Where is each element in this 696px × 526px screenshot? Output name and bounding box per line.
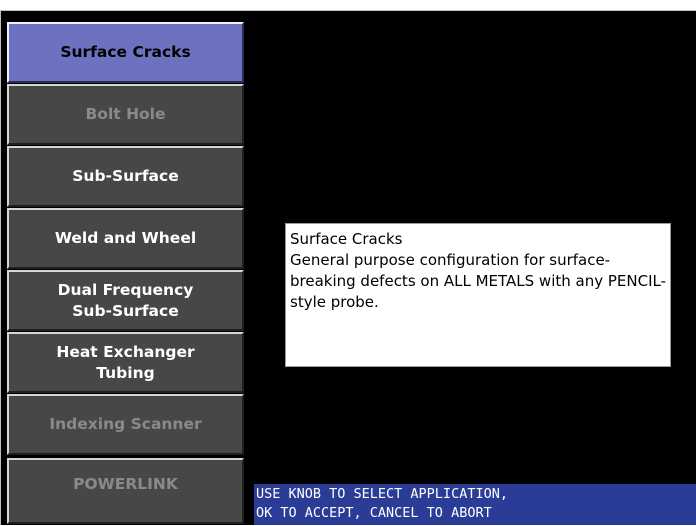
menu-item-powerlink[interactable]: POWERLINK [7, 458, 244, 524]
application-title: Surface Cracks [290, 230, 403, 248]
menu-item-indexing-scanner[interactable]: Indexing Scanner [7, 394, 244, 455]
menu-item-weld-and-wheel[interactable]: Weld and Wheel [7, 208, 244, 269]
instruction-line-2: OK TO ACCEPT, CANCEL TO ABORT [256, 505, 492, 521]
application-description: General purpose configuration for surfac… [290, 251, 667, 311]
menu-item-surface-cracks[interactable]: Surface Cracks [7, 22, 244, 83]
instruction-line-1: USE KNOB TO SELECT APPLICATION, [256, 486, 508, 502]
menu-item-bolt-hole[interactable]: Bolt Hole [7, 84, 244, 145]
application-menu: Surface Cracks Bolt Hole Sub-Surface Wel… [7, 22, 248, 526]
menu-item-heat-exchanger-tubing[interactable]: Heat Exchanger Tubing [7, 332, 244, 393]
menu-item-sub-surface[interactable]: Sub-Surface [7, 146, 244, 207]
instrument-screen: Surface Cracks Bolt Hole Sub-Surface Wel… [0, 10, 696, 525]
menu-item-dual-frequency-sub-surface[interactable]: Dual Frequency Sub-Surface [7, 270, 244, 331]
application-description-panel: Surface Cracks General purpose configura… [285, 223, 671, 367]
instruction-status-bar: USE KNOB TO SELECT APPLICATION, OK TO AC… [254, 484, 696, 525]
